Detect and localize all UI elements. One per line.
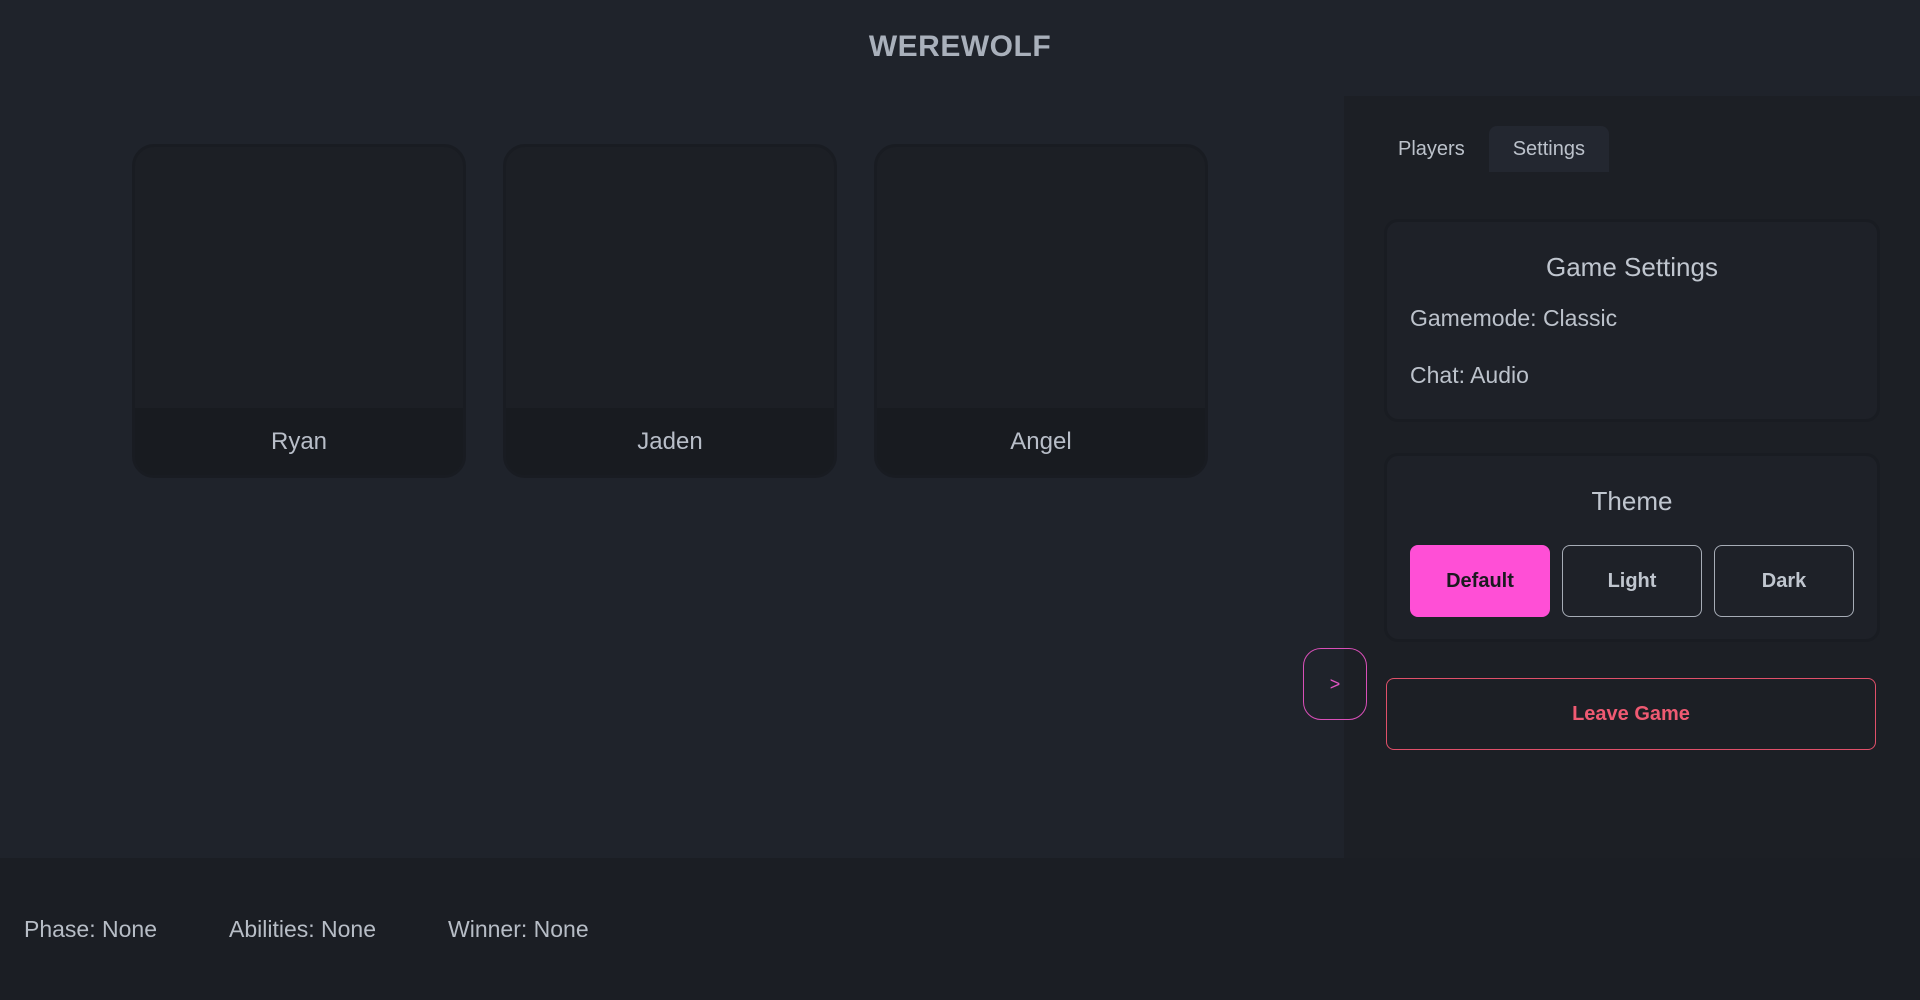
game-settings-card: Game Settings Gamemode: Classic Chat: Au… [1384, 219, 1880, 422]
tab-players[interactable]: Players [1374, 126, 1489, 172]
chat-setting: Chat: Audio [1410, 362, 1529, 388]
theme-dark-button[interactable]: Dark [1714, 545, 1854, 617]
leave-game-button[interactable]: Leave Game [1386, 678, 1876, 750]
theme-card: Theme Default Light Dark [1384, 453, 1880, 642]
theme-default-button[interactable]: Default [1410, 545, 1550, 617]
status-bar: Phase: None Abilities: None Winner: None [0, 858, 1920, 1000]
theme-light-button[interactable]: Light [1562, 545, 1702, 617]
game-area: WEREWOLF Ryan Jaden Angel [0, 0, 1344, 858]
side-panel: Players Settings Game Settings Gamemode:… [1344, 96, 1920, 858]
side-panel-tabs: Players Settings [1374, 126, 1609, 172]
abilities-status: Abilities: None [228, 915, 377, 942]
tab-settings[interactable]: Settings [1488, 126, 1609, 172]
player-name: Angel [877, 408, 1205, 475]
game-settings-title: Game Settings [1546, 252, 1718, 282]
theme-options: Default Light Dark [1410, 545, 1854, 617]
collapse-panel-button[interactable]: > [1303, 648, 1367, 720]
player-name: Ryan [135, 408, 463, 475]
player-name: Jaden [506, 408, 834, 475]
phase-status: Phase: None [24, 915, 157, 942]
player-card[interactable]: Jaden [503, 144, 837, 478]
app-title: WEREWOLF [868, 30, 1052, 63]
gamemode-setting: Gamemode: Classic [1410, 305, 1618, 331]
player-grid: Ryan Jaden Angel [132, 144, 1208, 478]
app-root: WEREWOLF Ryan Jaden Angel Players Settin… [0, 0, 1920, 1000]
theme-title: Theme [1591, 486, 1673, 516]
winner-status: Winner: None [448, 915, 589, 942]
status-items: Phase: None Abilities: None Winner: None [24, 858, 589, 1000]
player-card[interactable]: Ryan [132, 144, 466, 478]
player-card[interactable]: Angel [874, 144, 1208, 478]
